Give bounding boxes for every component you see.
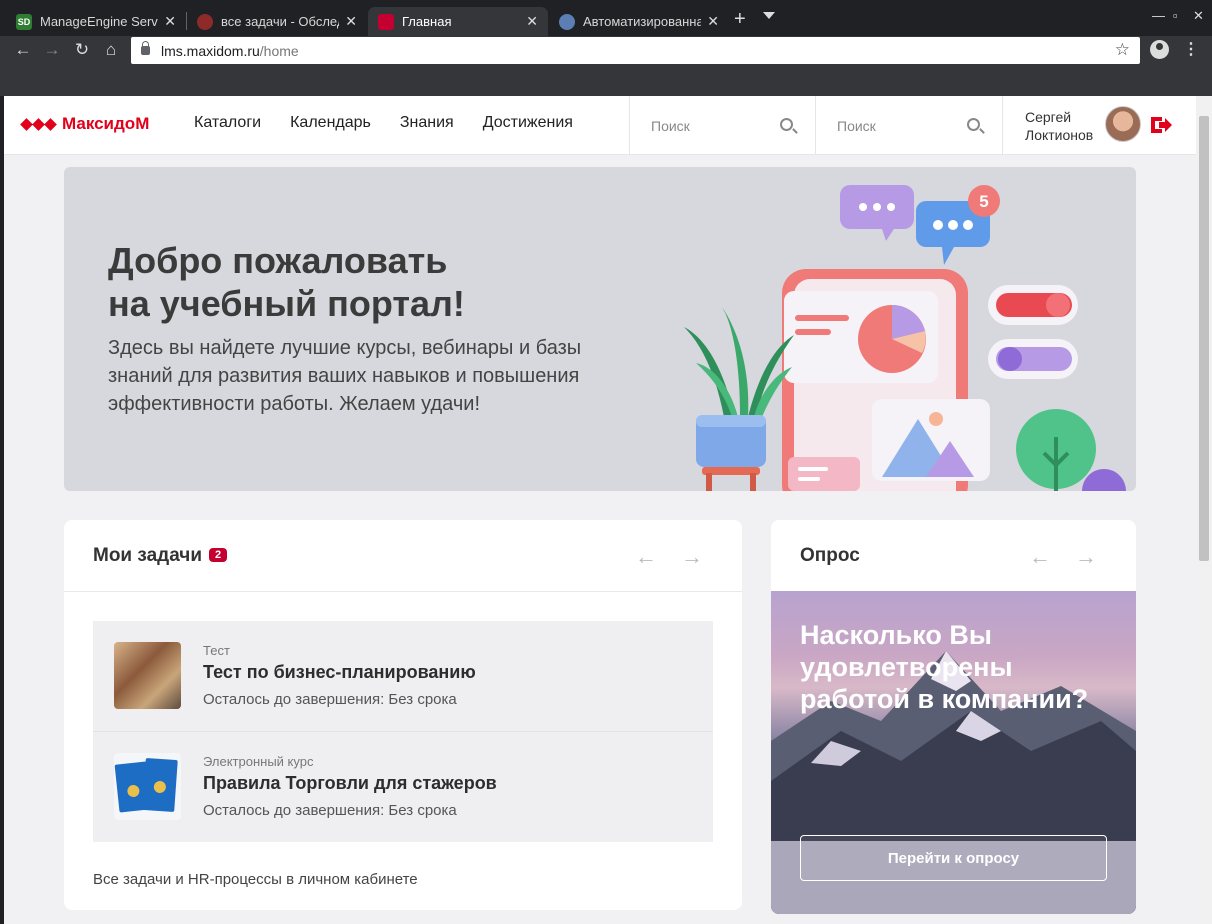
browser-tab[interactable]: все задачи - Обследование ✕ [187,7,367,36]
task-item[interactable]: Электронный курс Правила Торговли для ст… [93,731,713,841]
nav-catalogs[interactable]: Каталоги [194,114,261,132]
forward-icon[interactable]: → [41,40,63,60]
tab-title: все задачи - Обследование [221,14,339,29]
task-item[interactable]: Тест Тест по бизнес-планированию Осталос… [93,621,713,731]
bookmark-star-icon[interactable]: ☆ [1115,40,1130,60]
go-to-survey-button[interactable]: Перейти к опросу [800,835,1107,881]
site-header: МаксидоМ Каталоги Календарь Знания Дости… [4,96,1196,155]
banner-title-line1: Добро пожаловать [108,240,448,281]
user-menu[interactable]: Сергей Локтионов [1002,96,1196,155]
search-placeholder: Поиск [651,117,690,134]
tab-title: ManageEngine ServiceDesk [40,14,159,29]
banner-title-line2: на учебный портал! [108,283,465,324]
page-viewport: МаксидоМ Каталоги Календарь Знания Дости… [4,96,1196,924]
search-placeholder: Поиск [837,117,876,134]
logo-text: МаксидоМ [62,114,150,133]
url-domain: lms.maxidom.ru [161,42,260,59]
my-tasks-card: Мои задачи 2 ← → Тест Тест по бизнес-план… [64,520,742,910]
chat-bubble-illustration [840,185,914,241]
survey-question: Насколько Вы удовлетворены работой в ком… [800,620,1089,714]
logout-icon[interactable] [1149,115,1173,135]
maxidom-logo[interactable]: МаксидоМ [20,114,150,134]
prev-arrow-icon[interactable]: ← [1029,544,1051,570]
plant-illustration [684,307,794,491]
maximize-icon[interactable]: ▫ [1173,8,1178,23]
globe-favicon-icon [559,13,575,30]
all-tasks-link[interactable]: Все задачи и HR-процессы в личном кабине… [93,871,418,888]
welcome-banner: Добро пожаловать на учебный портал! Здес… [64,167,1136,491]
scrollbar[interactable] [1196,96,1212,924]
task-deadline: Осталось до завершения: Без срока [203,691,457,708]
search-input[interactable]: Поиск [629,96,815,155]
my-tasks-header: Мои задачи 2 [93,545,228,567]
home-icon[interactable]: ⌂ [100,40,122,60]
jira-favicon-icon [197,13,213,30]
task-title[interactable]: Тест по бизнес-планированию [203,662,476,683]
url-path: /home [259,42,299,59]
task-type: Тест [203,643,230,658]
next-arrow-icon[interactable]: → [681,544,703,570]
profile-icon[interactable] [1150,40,1169,59]
main-nav: Каталоги Календарь Знания Достижения [194,114,602,132]
new-tab-button[interactable]: + [734,8,746,31]
close-tab-icon[interactable]: ✕ [345,13,357,30]
back-icon[interactable]: ← [12,40,34,60]
close-tab-icon[interactable]: ✕ [526,13,538,30]
tab-title: Главная [402,14,452,29]
banner-text: Здесь вы найдете лучшие курсы, вебинары … [108,337,582,415]
close-tab-icon[interactable]: ✕ [707,13,719,30]
user-last-name: Локтионов [1025,127,1094,143]
maxidom-favicon-icon [378,13,394,30]
nav-calendar[interactable]: Календарь [290,114,371,132]
task-type: Электронный курс [203,754,314,769]
tab-title: Автоматизированная система [583,14,702,29]
tab-search-icon[interactable] [763,12,775,19]
minimize-icon[interactable]: — [1152,8,1165,23]
next-arrow-icon[interactable]: → [1075,544,1097,570]
banner-illustration: 5 [684,185,1126,491]
close-window-icon[interactable]: ✕ [1193,8,1204,24]
task-thumbnail [114,753,181,820]
search-input-secondary[interactable]: Поиск [815,96,1002,155]
browser-tab[interactable]: Автоматизированная система ✕ [549,7,729,36]
divider [64,591,742,592]
task-thumbnail [114,642,181,709]
user-first-name: Сергей [1025,109,1072,125]
lock-icon [141,41,150,55]
tasks-count-badge: 2 [209,548,228,562]
prev-arrow-icon[interactable]: ← [635,544,657,570]
browser-tabbar: SD ManageEngine ServiceDesk ✕ все задачи… [0,0,1212,36]
task-deadline: Осталось до завершения: Без срока [203,802,457,819]
scrollbar-thumb[interactable] [1199,116,1209,561]
nav-knowledge[interactable]: Знания [400,114,454,132]
notification-count: 5 [979,192,988,211]
survey-background-image: Насколько Вы удовлетворены работой в ком… [771,591,1136,914]
banner-title: Добро пожаловать на учебный портал! [108,239,568,325]
reload-icon[interactable]: ↻ [71,40,93,60]
address-bar[interactable]: lms.maxidom.ru /home ☆ [131,37,1140,64]
browser-tab[interactable]: SD ManageEngine ServiceDesk ✕ [6,7,186,36]
task-title[interactable]: Правила Торговли для стажеров [203,773,497,794]
search-icon[interactable] [780,118,793,131]
avatar[interactable] [1105,106,1141,142]
logo-mark-icon [20,117,58,131]
user-name: Сергей Локтионов [1025,108,1093,144]
menu-icon[interactable]: ⋮ [1183,39,1199,59]
survey-card: Опрос ← → Насколько Вы удовлетворены раб… [771,520,1136,914]
nav-achievements[interactable]: Достижения [483,114,573,132]
close-tab-icon[interactable]: ✕ [164,13,176,30]
my-tasks-title: Мои задачи [93,545,203,566]
browser-toolbar: ← → ↻ ⌂ lms.maxidom.ru /home ☆ ⋮ [0,36,1212,96]
servicedesk-favicon-icon: SD [16,13,32,30]
survey-header: Опрос [800,545,860,566]
search-icon[interactable] [967,118,980,131]
task-list: Тест Тест по бизнес-планированию Осталос… [93,621,713,842]
browser-tab-active[interactable]: Главная ✕ [368,7,548,36]
